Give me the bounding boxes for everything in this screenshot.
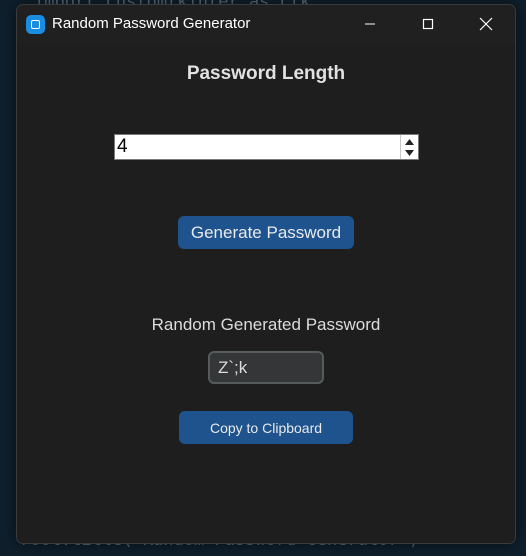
spin-arrows xyxy=(400,135,418,159)
window-title: Random Password Generator xyxy=(52,15,251,32)
title-bar: Random Password Generator xyxy=(17,5,515,43)
length-value[interactable]: 4 xyxy=(117,136,128,158)
result-label: Random Generated Password xyxy=(151,315,381,334)
app-icon xyxy=(26,15,45,34)
decrement-button[interactable] xyxy=(403,147,415,158)
maximize-icon xyxy=(422,18,434,30)
increment-button[interactable] xyxy=(403,136,415,147)
password-length-heading: Password Length xyxy=(186,63,346,84)
arrow-up-icon xyxy=(404,138,414,145)
maximize-button[interactable] xyxy=(399,5,457,43)
main-content: Password Length 4 Generate Password Rand… xyxy=(17,43,515,543)
generate-password-button[interactable]: Generate Password xyxy=(178,216,354,249)
minimize-icon xyxy=(365,23,375,25)
length-spinbox[interactable]: 4 xyxy=(114,134,419,160)
password-output-field[interactable]: Z`;k xyxy=(208,351,324,384)
password-output-value[interactable]: Z`;k xyxy=(218,358,247,378)
arrow-down-icon xyxy=(404,149,414,156)
close-button[interactable] xyxy=(457,5,515,43)
copy-to-clipboard-button[interactable]: Copy to Clipboard xyxy=(179,411,353,444)
close-icon xyxy=(479,17,493,31)
minimize-button[interactable] xyxy=(341,5,399,43)
app-window: Random Password Generator Password Lengt… xyxy=(16,4,516,544)
